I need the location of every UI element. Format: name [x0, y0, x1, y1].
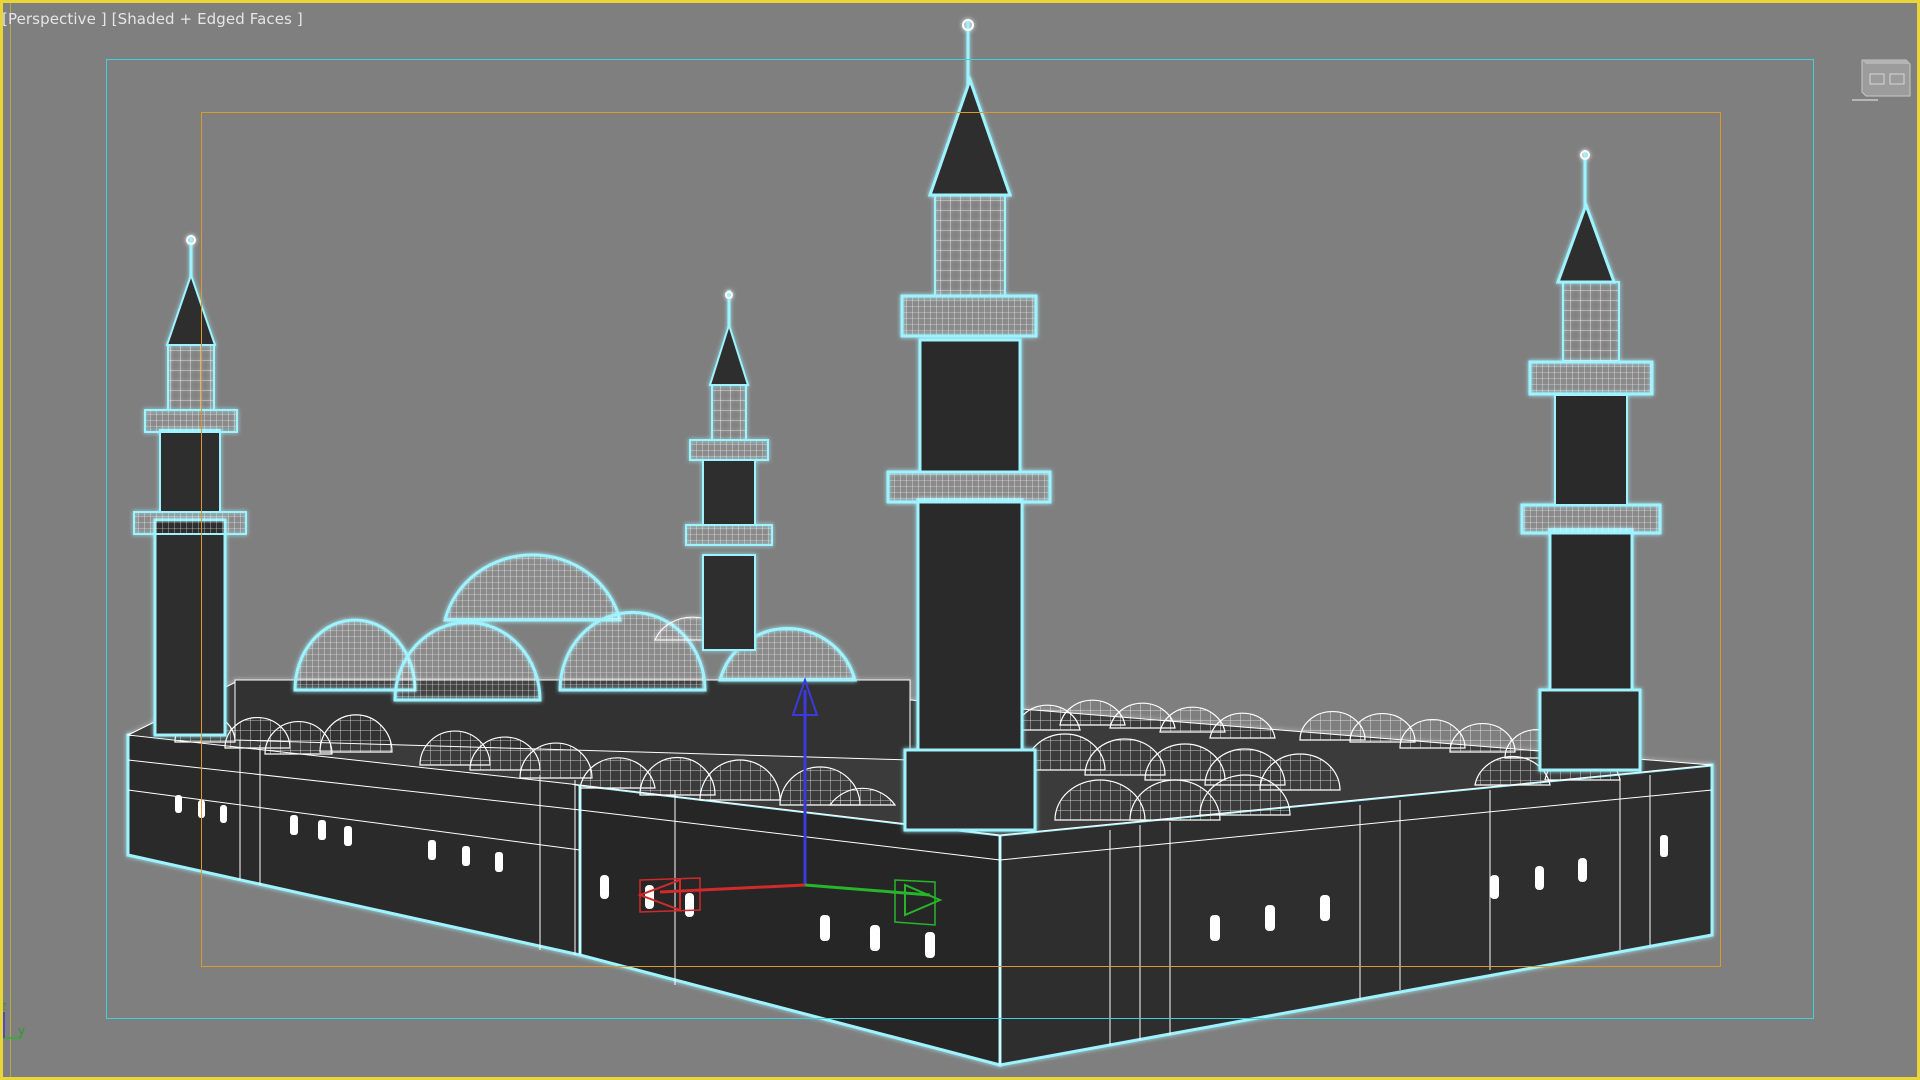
- minaret-right[interactable]: [1520, 150, 1662, 772]
- viewport-label: [Perspective ] [Shaded + Edged Faces ]: [2, 10, 303, 28]
- minaret-center-back[interactable]: [685, 290, 773, 651]
- large-domes[interactable]: [293, 553, 857, 702]
- view-type-menu[interactable]: [Perspective ]: [2, 10, 107, 28]
- shading-mode-menu[interactable]: [Shaded + Edged Faces ]: [112, 10, 303, 28]
- axis-tripod: y z: [0, 990, 40, 1050]
- axis-z-label: z: [0, 999, 6, 1013]
- viewcube-icon[interactable]: [1848, 56, 1912, 102]
- mosque-model-scene[interactable]: [0, 0, 1920, 1080]
- axis-y-label: y: [18, 1024, 25, 1038]
- minaret-left[interactable]: [133, 235, 247, 737]
- perspective-viewport[interactable]: [Perspective ] [Shaded + Edged Faces ] y…: [0, 0, 1920, 1080]
